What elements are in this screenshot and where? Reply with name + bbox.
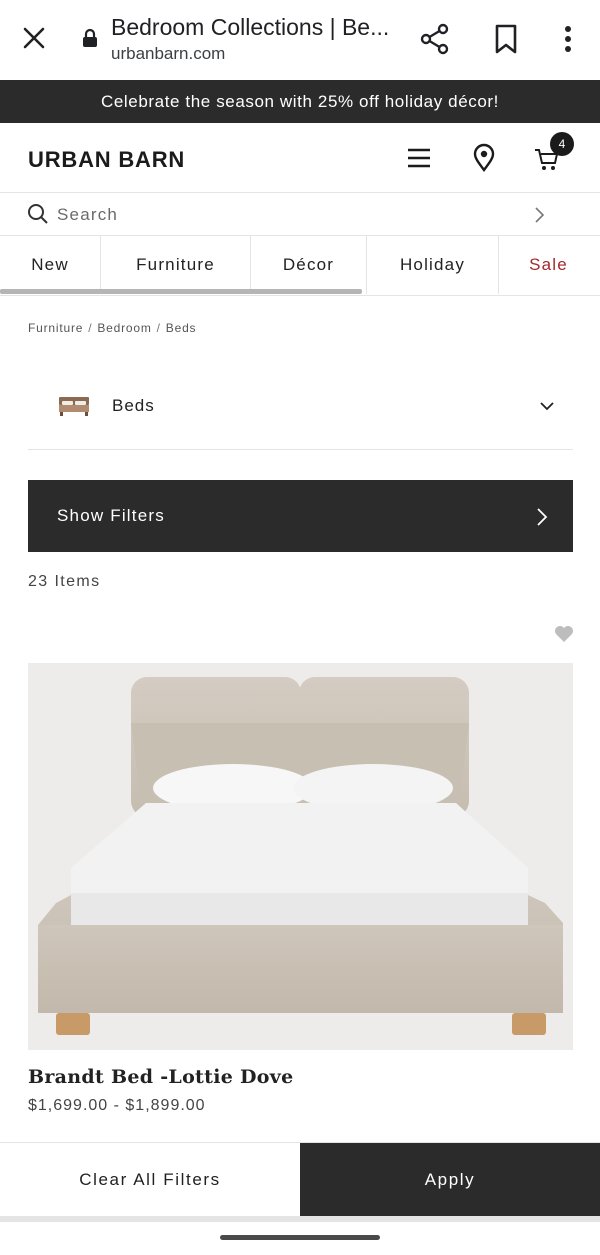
clear-all-filters-button[interactable]: Clear All Filters bbox=[0, 1143, 300, 1217]
share-icon[interactable] bbox=[418, 22, 452, 56]
page-url[interactable]: urbanbarn.com bbox=[111, 44, 225, 64]
filter-action-bar: Clear All Filters Apply bbox=[0, 1142, 600, 1217]
promo-banner[interactable]: Celebrate the season with 25% off holida… bbox=[0, 80, 600, 123]
search-bar[interactable] bbox=[0, 193, 600, 236]
product-price: $1,699.00 - $1,899.00 bbox=[28, 1097, 206, 1114]
lock-icon bbox=[80, 28, 100, 48]
search-icon bbox=[27, 203, 49, 225]
wishlist-heart-icon[interactable] bbox=[554, 625, 574, 643]
more-options-icon[interactable] bbox=[554, 22, 582, 56]
breadcrumb: Furniture / Bedroom / Beds bbox=[28, 321, 196, 335]
site-header: URBAN BARN bbox=[0, 123, 600, 193]
location-pin-icon[interactable] bbox=[470, 143, 498, 173]
bed-icon bbox=[58, 395, 90, 417]
tab-holiday[interactable]: Holiday bbox=[367, 236, 499, 294]
logo[interactable]: URBAN BARN bbox=[28, 147, 185, 173]
tab-sale[interactable]: Sale bbox=[499, 236, 598, 294]
product-image[interactable] bbox=[28, 663, 573, 1050]
divider bbox=[0, 1216, 600, 1222]
menu-icon[interactable] bbox=[404, 143, 434, 173]
search-input[interactable] bbox=[57, 201, 497, 229]
category-dropdown[interactable]: Beds bbox=[28, 370, 573, 450]
apply-button[interactable]: Apply bbox=[300, 1143, 600, 1217]
chevron-right-icon[interactable] bbox=[530, 204, 548, 226]
product-name[interactable]: Brandt Bed -Lottie Dove bbox=[28, 1066, 294, 1088]
chevron-down-icon bbox=[538, 398, 556, 414]
breadcrumb-item-bedroom[interactable]: Bedroom bbox=[97, 321, 151, 335]
show-filters-button[interactable]: Show Filters bbox=[28, 480, 573, 552]
cart-count-badge: 4 bbox=[550, 132, 574, 156]
tab-decor[interactable]: Décor bbox=[251, 236, 367, 294]
breadcrumb-item-beds: Beds bbox=[165, 321, 197, 335]
show-filters-label: Show Filters bbox=[57, 506, 165, 525]
tab-furniture[interactable]: Furniture bbox=[101, 236, 251, 294]
browser-toolbar: Bedroom Collections | Be... urbanbarn.co… bbox=[0, 0, 600, 80]
nav-scrollbar[interactable] bbox=[0, 289, 362, 294]
bookmark-icon[interactable] bbox=[489, 22, 523, 56]
breadcrumb-item-furniture[interactable]: Furniture bbox=[28, 321, 83, 335]
page-tab-title: Bedroom Collections | Be... bbox=[111, 14, 390, 40]
breadcrumb-separator: / bbox=[88, 321, 93, 335]
chevron-right-icon bbox=[535, 506, 549, 528]
close-icon[interactable] bbox=[18, 22, 50, 54]
breadcrumb-separator: / bbox=[156, 321, 161, 335]
category-dropdown-label: Beds bbox=[112, 396, 155, 415]
item-count: 23 Items bbox=[28, 573, 101, 590]
tab-new[interactable]: New bbox=[0, 236, 101, 294]
category-nav: New Furniture Décor Holiday Sale bbox=[0, 236, 600, 296]
home-indicator[interactable] bbox=[220, 1235, 380, 1240]
